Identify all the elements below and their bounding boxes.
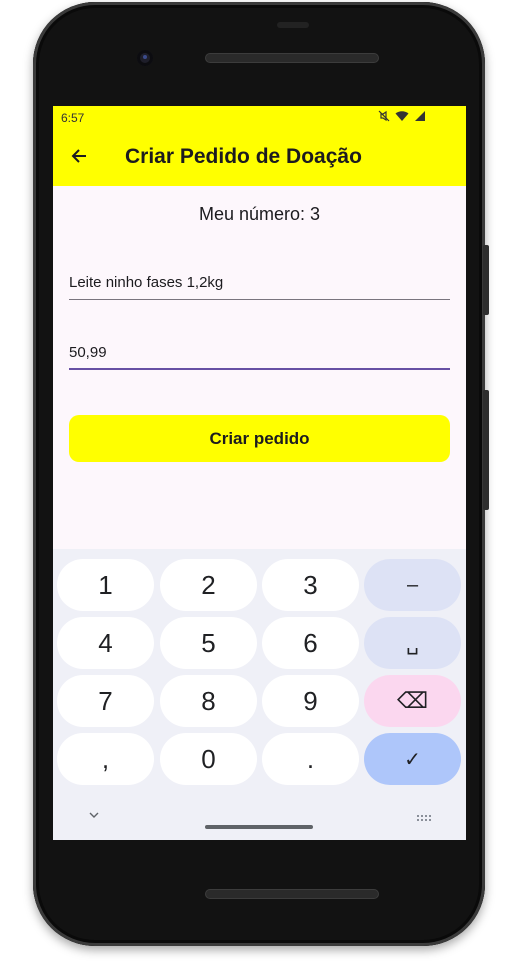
wifi-icon: [395, 110, 409, 125]
status-icons: [378, 110, 426, 125]
arrow-left-icon: [69, 146, 89, 171]
key-space[interactable]: ␣: [364, 617, 461, 669]
earpiece: [277, 22, 309, 28]
chevron-down-icon[interactable]: [87, 809, 101, 823]
keyboard-icon[interactable]: [416, 811, 432, 829]
description-underline: [69, 299, 450, 300]
key-2[interactable]: 2: [160, 559, 257, 611]
gesture-nav-handle[interactable]: [205, 825, 313, 829]
value-underline: [69, 368, 450, 370]
bottom-speaker: [205, 889, 379, 899]
value-field[interactable]: [69, 334, 450, 370]
keyboard-bottom-bar: [53, 799, 466, 840]
key-period[interactable]: .: [262, 733, 359, 785]
create-request-button[interactable]: Criar pedido: [69, 415, 450, 462]
top-speaker: [205, 53, 379, 63]
front-camera: [137, 50, 153, 66]
key-enter[interactable]: ✓: [364, 733, 461, 785]
numeric-keyboard: 1 2 3 – 4 5 6 ␣ 7 8 9 ⌫ , 0 . ✓: [53, 549, 466, 840]
key-backspace[interactable]: ⌫: [364, 675, 461, 727]
volume-button[interactable]: [483, 390, 489, 510]
key-6[interactable]: 6: [262, 617, 359, 669]
page-title: Criar Pedido de Doação: [125, 145, 362, 168]
status-time: 6:57: [61, 111, 85, 125]
key-9[interactable]: 9: [262, 675, 359, 727]
key-0[interactable]: 0: [160, 733, 257, 785]
key-5[interactable]: 5: [160, 617, 257, 669]
key-minus[interactable]: –: [364, 559, 461, 611]
value-input[interactable]: [69, 334, 450, 370]
signal-icon: [414, 110, 426, 125]
key-3[interactable]: 3: [262, 559, 359, 611]
app-bar: Criar Pedido de Doação: [53, 130, 466, 186]
screen: 6:57 Criar Pedido de Doação Meu número: …: [53, 106, 466, 840]
key-8[interactable]: 8: [160, 675, 257, 727]
back-button[interactable]: [65, 144, 93, 172]
my-number-heading: Meu número: 3: [198, 204, 321, 224]
description-field[interactable]: [69, 264, 450, 300]
power-button[interactable]: [483, 245, 489, 315]
key-1[interactable]: 1: [57, 559, 154, 611]
key-comma[interactable]: ,: [57, 733, 154, 785]
status-bar: 6:57: [53, 106, 466, 130]
mute-icon: [378, 110, 390, 125]
key-4[interactable]: 4: [57, 617, 154, 669]
description-input[interactable]: [69, 264, 450, 300]
key-7[interactable]: 7: [57, 675, 154, 727]
